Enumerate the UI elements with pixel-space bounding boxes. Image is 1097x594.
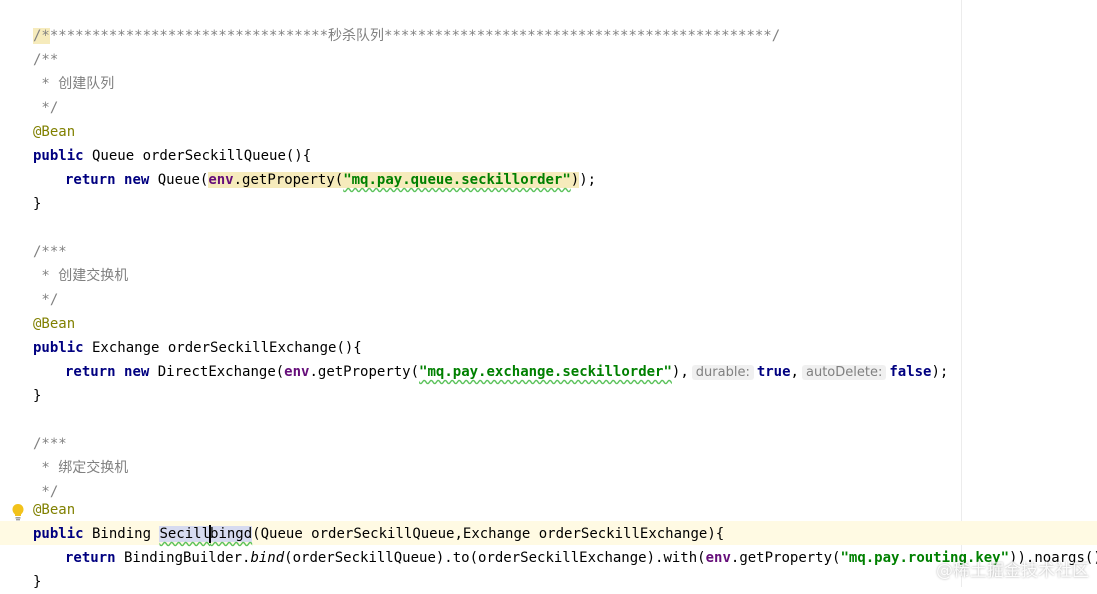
method-name-part-2: bingd <box>210 526 253 542</box>
comment-stars-right: ****************************************… <box>384 28 781 44</box>
env-field: env <box>705 550 731 566</box>
code-line-4[interactable]: */ <box>33 96 58 120</box>
close-brace: } <box>33 388 42 404</box>
method-call: .getProperty( <box>730 550 841 566</box>
javadoc-text: 创建队列 <box>58 76 115 92</box>
code-line-24[interactable]: } <box>33 570 41 594</box>
bean-annotation: @Bean <box>33 502 76 518</box>
code-line-18[interactable]: /*** <box>33 432 67 456</box>
bean-annotation: @Bean <box>33 316 76 332</box>
return-type: Binding <box>83 526 160 542</box>
code-line-14[interactable]: public Exchange orderSeckillExchange(){ <box>33 336 362 360</box>
code-line-8[interactable]: } <box>33 192 41 216</box>
javadoc-text: 创建交换机 <box>58 268 129 284</box>
method-chain: (orderSeckillQueue).to(orderSeckillExcha… <box>284 550 706 566</box>
keyword-new: new <box>124 364 150 380</box>
javadoc-open: /*** <box>33 436 67 452</box>
keyword-return: return <box>65 172 116 188</box>
code-line-7[interactable]: return new Queue(env.getProperty("mq.pay… <box>33 168 596 192</box>
method-signature: Exchange orderSeckillExchange(){ <box>83 340 362 356</box>
keyword-public: public <box>33 148 84 164</box>
code-line-15[interactable]: return new DirectExchange(env.getPropert… <box>33 360 948 384</box>
close-brace: } <box>33 574 42 590</box>
javadoc-close: */ <box>33 292 59 308</box>
keyword-public: public <box>33 340 84 356</box>
code-line-19[interactable]: * 绑定交换机 <box>33 456 128 480</box>
close-brace: } <box>33 196 42 212</box>
section-title-comment: 秒杀队列 <box>328 28 385 44</box>
env-field: env <box>208 172 234 188</box>
constructor-call: Queue( <box>149 172 209 188</box>
method-name-selected: Secillbingd <box>159 525 253 543</box>
javadoc-text: 绑定交换机 <box>58 460 129 476</box>
literal-true: true <box>756 364 791 380</box>
keyword-return: return <box>65 550 116 566</box>
method-call: .getProperty( <box>309 364 420 380</box>
bean-annotation: @Bean <box>33 124 76 140</box>
code-line-13[interactable]: @Bean <box>33 312 75 336</box>
code-line-16[interactable]: } <box>33 384 41 408</box>
comment-start: /* <box>33 28 50 44</box>
code-line-6[interactable]: public Queue orderSeckillQueue(){ <box>33 144 311 168</box>
statement-end: ); <box>931 364 949 380</box>
javadoc-close: */ <box>33 100 59 116</box>
param-hint-autodelete: autoDelete: <box>801 365 887 380</box>
code-line-22[interactable]: public Binding Secillbingd(Queue orderSe… <box>33 522 724 546</box>
code-line-11[interactable]: * 创建交换机 <box>33 264 128 288</box>
close-paren: ) <box>570 172 580 188</box>
keyword-public: public <box>33 526 84 542</box>
code-line-10[interactable]: /*** <box>33 240 67 264</box>
code-line-12[interactable]: */ <box>33 288 58 312</box>
string-literal: "mq.pay.queue.seckillorder" <box>343 172 571 188</box>
javadoc-open: /** <box>33 52 59 68</box>
method-params: (Queue orderSeckillQueue,Exchange orderS… <box>252 526 725 542</box>
keyword-new: new <box>124 172 150 188</box>
env-field: env <box>284 364 310 380</box>
param-hint-durable: durable: <box>691 365 754 380</box>
builder-ref: BindingBuilder. <box>115 550 251 566</box>
comma: , <box>790 364 799 380</box>
statement-end: ); <box>579 172 597 188</box>
javadoc-open: /*** <box>33 244 67 260</box>
javadoc-star: * <box>33 76 59 92</box>
code-line-3[interactable]: * 创建队列 <box>33 72 114 96</box>
method-name-part-1: Secill <box>159 526 211 542</box>
comment-stars-left-visible: ********************************* <box>49 28 329 44</box>
highlighted-expression: env.getProperty("mq.pay.queue.seckillord… <box>208 172 580 188</box>
watermark: @稀土掘金技术社区 <box>936 561 1089 581</box>
constructor-call: DirectExchange( <box>149 364 285 380</box>
static-method-bind: bind <box>250 550 285 566</box>
method-signature: Queue orderSeckillQueue(){ <box>83 148 312 164</box>
code-line-2[interactable]: /** <box>33 48 58 72</box>
code-line-5[interactable]: @Bean <box>33 120 75 144</box>
javadoc-star: * <box>33 460 59 476</box>
code-editor[interactable]: /*/*************************************… <box>0 0 1097 590</box>
javadoc-star: * <box>33 268 59 284</box>
lightbulb-icon[interactable] <box>11 503 25 521</box>
string-literal: "mq.pay.exchange.seckillorder" <box>419 364 672 380</box>
method-call: .getProperty( <box>233 172 344 188</box>
comma: ), <box>671 364 689 380</box>
right-margin-guide <box>961 0 962 587</box>
code-line-21[interactable]: @Bean <box>33 498 75 522</box>
code-line-1[interactable]: /*/*************************************… <box>33 24 780 48</box>
literal-false: false <box>889 364 932 380</box>
keyword-return: return <box>65 364 116 380</box>
